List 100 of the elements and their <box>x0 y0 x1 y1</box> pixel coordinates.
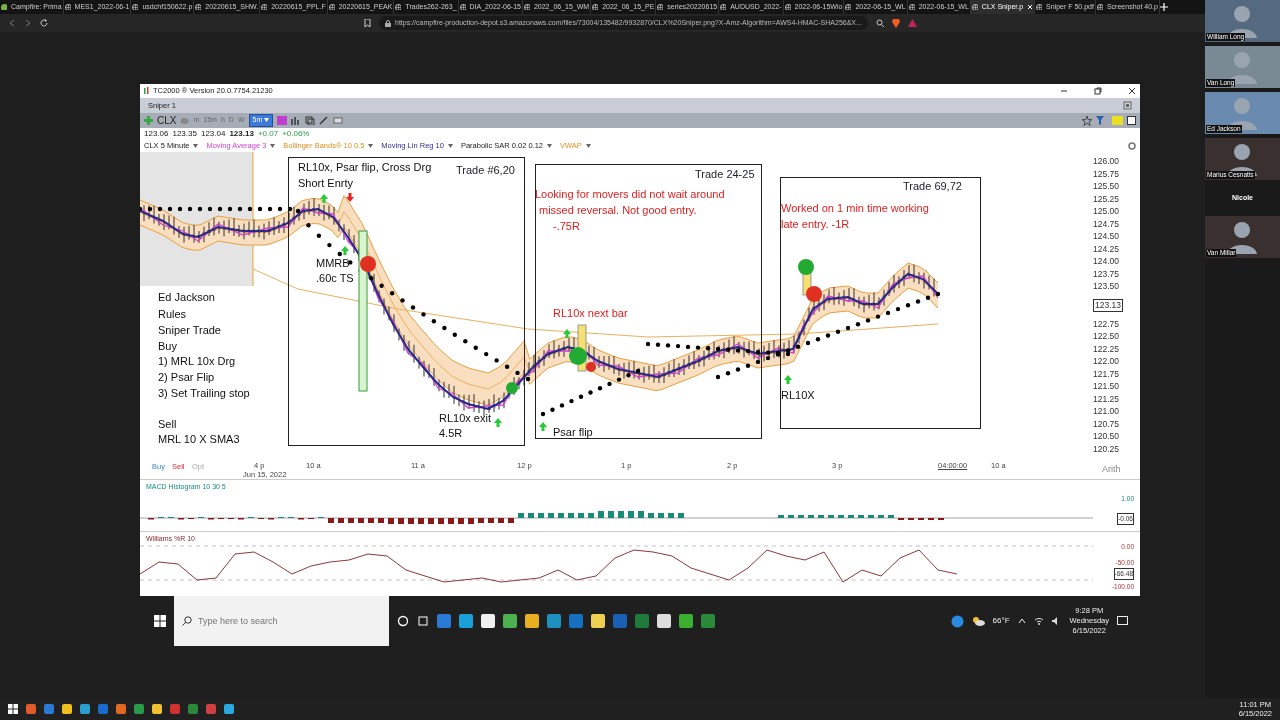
annotation-text: 1) MRL 10x Drg <box>158 355 236 368</box>
price-axis-label: 120.25 <box>1093 442 1120 455</box>
annotation-text: MRL 10 X SMA3 <box>158 433 240 446</box>
up-arrow-icon <box>320 194 328 203</box>
trade-label: Trade 69,72 <box>903 180 962 193</box>
up-arrow-icon <box>563 329 571 338</box>
lock-icon <box>385 19 391 27</box>
globe-icon <box>132 4 139 10</box>
price-axis-label: 122.25 <box>1093 342 1120 355</box>
globe-icon <box>784 4 791 10</box>
annotation-text: 3) Set Trailing stop <box>158 387 250 400</box>
symbol-field[interactable]: CLX <box>157 113 177 128</box>
annotation-text: RL10x next bar <box>553 307 628 320</box>
annotation-text: Ed Jackson <box>158 291 215 304</box>
price-axis-label: 121.00 <box>1093 405 1120 418</box>
annotation-text: Short Enrty <box>298 177 354 190</box>
caret-icon <box>368 144 374 148</box>
reload-icon[interactable] <box>40 19 48 27</box>
wifi-icon[interactable] <box>1033 617 1044 625</box>
globe-icon <box>592 4 599 10</box>
down-arrow-icon <box>346 193 354 202</box>
chevron-up-icon[interactable] <box>1017 618 1026 624</box>
caret-icon <box>447 144 453 148</box>
price-axis-label: 122.50 <box>1093 330 1120 343</box>
price-axis-label: 125.50 <box>1093 180 1120 193</box>
sell-marker <box>586 362 596 372</box>
annotation-text: RL10X <box>781 389 815 402</box>
annotation-text: -.75R <box>553 220 580 233</box>
price-axis-label: 122.75 <box>1093 317 1120 330</box>
pencil-icon[interactable] <box>319 116 330 125</box>
quote-value: 123.04 <box>200 128 226 140</box>
price-axis-label: 124.75 <box>1093 217 1120 230</box>
task-view-icon[interactable] <box>417 615 429 627</box>
price-axis-label: 123.75 <box>1093 267 1120 280</box>
globe-icon <box>195 4 202 10</box>
price-axis-label: 125.75 <box>1093 167 1120 180</box>
layers-icon[interactable] <box>305 116 316 125</box>
star-icon[interactable] <box>1082 115 1092 126</box>
price-axis-label: 125.25 <box>1093 192 1120 205</box>
up-arrow-icon <box>539 422 547 431</box>
trade-label: Trade 24-25 <box>695 168 755 181</box>
close-icon[interactable] <box>1128 87 1136 95</box>
weather-icon[interactable] <box>971 616 985 626</box>
price-axis-label: 124.25 <box>1093 242 1120 255</box>
triangle-icon[interactable] <box>907 19 917 27</box>
annotation-text: Sell <box>158 418 177 431</box>
window-icon[interactable] <box>1123 101 1132 110</box>
price-axis-label: 125.00 <box>1093 205 1120 218</box>
notification-icon[interactable] <box>1117 616 1128 626</box>
minimize-icon[interactable] <box>1060 87 1068 95</box>
annotation-text: late entry. -1R <box>781 218 850 231</box>
quote-value: +0.06% <box>282 128 310 140</box>
restore-icon[interactable] <box>1094 87 1102 95</box>
globe-icon <box>459 4 466 10</box>
price-axis-label: 120.75 <box>1093 417 1120 430</box>
globe-icon <box>64 4 71 10</box>
annotation-text: .60c TS <box>316 272 354 285</box>
zoom-icon[interactable] <box>875 19 884 27</box>
windows-icon[interactable] <box>154 615 166 627</box>
globe-icon <box>845 4 852 10</box>
app-logo-icon <box>144 87 149 95</box>
caret-icon <box>193 144 199 148</box>
weather-text[interactable]: 66°F <box>992 615 1010 627</box>
price-axis-label: 123.50 <box>1093 280 1120 293</box>
bookmark-icon[interactable] <box>364 19 371 27</box>
caret-icon <box>270 144 276 148</box>
price-axis-label: 121.75 <box>1093 367 1120 380</box>
buy-marker <box>506 382 518 394</box>
caret-icon <box>547 144 553 148</box>
search-icon <box>182 616 192 626</box>
up-arrow-icon <box>341 246 349 255</box>
globe-icon <box>395 4 402 10</box>
sell-marker <box>806 286 822 302</box>
quote-value: 123.35 <box>172 128 197 140</box>
annotation-text: Buy <box>158 340 177 353</box>
annotation-text: RL10x exit <box>439 412 491 425</box>
back-icon[interactable] <box>8 19 16 27</box>
annotation-text: missed reversal. Not good entry. <box>539 204 697 217</box>
annotation-text: Looking for movers did not wait around <box>535 188 725 201</box>
globe-icon <box>971 4 978 10</box>
annotation-text: MMRB <box>316 257 350 270</box>
price-axis-label: 122.00 <box>1093 355 1120 368</box>
annotation-text: RL10x, Psar flip, Cross Drg <box>298 161 432 174</box>
bars-icon[interactable] <box>291 116 302 125</box>
globe-icon <box>657 4 664 10</box>
scale-label[interactable]: Arith <box>1102 463 1121 477</box>
annotation-text: 4.5R <box>439 427 463 440</box>
quote-value: 123.13 <box>229 128 254 140</box>
quote-value: +0.07 <box>257 128 279 140</box>
windows-icon[interactable] <box>8 704 18 714</box>
annotation-text: Rules <box>158 308 187 321</box>
globe-icon <box>1096 4 1103 10</box>
buy-marker <box>569 347 587 365</box>
up-arrow-icon <box>784 375 792 384</box>
new-tab-icon[interactable] <box>1159 3 1168 11</box>
annotation-text: Worked on 1 min time working <box>781 202 929 215</box>
up-arrow-icon <box>494 418 502 427</box>
buy-marker <box>798 259 814 275</box>
forward-icon[interactable] <box>24 19 32 27</box>
annotation-text: 2) Psar Flip <box>158 371 215 384</box>
